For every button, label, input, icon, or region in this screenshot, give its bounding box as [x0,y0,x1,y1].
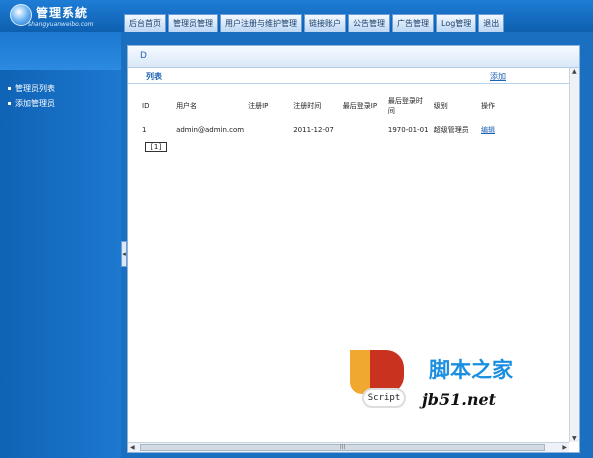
watermark-script-label: Script [362,388,406,408]
col-last-time: 最后登录时间 [387,97,423,115]
cell-reg-ip [248,120,293,140]
tab-log[interactable]: Log管理 [436,14,477,32]
tab-home[interactable]: 后台首页 [124,14,166,32]
section-header: 列表 添加 [128,70,579,84]
cell-id: 1 [142,126,147,134]
col-reg-ip: 注册IP [248,102,269,110]
admin-table: ID 用户名 注册IP 注册时间 最后登录IP 最后登录时间 级别 操作 1 a… [142,92,512,140]
vertical-scrollbar[interactable]: ▲ ▼ [569,68,579,442]
tab-link-accounts[interactable]: 链接账户 [304,14,346,32]
breadcrumb-icon: D [140,51,147,61]
col-last-ip: 最后登录IP [342,102,378,110]
cell-level: 超级管理员 [433,126,469,134]
add-link[interactable]: 添加 [490,71,506,82]
bullet-icon [8,87,11,90]
app-subtitle: shangyuanweibo.com [28,21,94,28]
cell-username: admin@admin.com [176,126,245,134]
cell-last-ip [343,120,388,140]
tab-admin-manage[interactable]: 管理员管理 [168,14,218,32]
top-nav: 后台首页 管理员管理 用户注册与维护管理 链接账户 公告管理 广告管理 Log管… [124,14,506,32]
scrollbar-thumb[interactable]: ||| [140,444,545,451]
watermark-url: jb51.net [422,390,497,409]
col-reg-time: 注册时间 [293,102,322,110]
cell-reg-time: 2011-12-07 [293,126,334,134]
sidebar-item-label: 管理员列表 [15,84,55,93]
cell-action: 编辑 [481,120,512,140]
sidebar-header [0,32,121,70]
tab-logout[interactable]: 退出 [478,14,505,32]
breadcrumb: D [128,46,579,68]
scroll-right-icon[interactable]: ▶ [562,444,567,451]
list-title: 列表 [146,72,162,81]
logo: 管理系統 shangyuanweibo.com [6,2,121,30]
table-header-row: ID 用户名 注册IP 注册时间 最后登录IP 最后登录时间 级别 操作 [142,92,512,120]
scroll-up-icon[interactable]: ▲ [572,68,577,75]
scroll-down-icon[interactable]: ▼ [572,435,577,442]
sidebar-item-label: 添加管理员 [15,99,55,108]
tab-user-manage[interactable]: 用户注册与维护管理 [220,14,302,32]
col-username: 用户名 [176,102,198,110]
horizontal-scrollbar[interactable]: ◀ ||| ▶ [128,442,569,452]
app-title: 管理系統 [36,6,89,20]
header: 管理系統 shangyuanweibo.com 后台首页 管理员管理 用户注册与… [0,0,593,32]
col-id: ID [142,102,150,110]
sidebar-item-admin-list[interactable]: 管理员列表 [8,83,55,94]
col-level: 级别 [433,102,448,110]
cell-last-time: 1970-01-01 [387,126,429,134]
bullet-icon [8,102,11,105]
table-row: 1 admin@admin.com 2011-12-07 1970-01-01 … [142,120,512,140]
sidebar: 管理员列表 添加管理员 [0,32,121,458]
pager[interactable]: [1] [145,142,167,152]
watermark-brand: 脚本之家 [429,358,513,382]
sidebar-item-add-admin[interactable]: 添加管理员 [8,98,55,109]
scroll-left-icon[interactable]: ◀ [130,444,135,451]
watermark-logo: Script [350,350,406,410]
tab-ads[interactable]: 广告管理 [392,14,434,32]
col-action: 操作 [481,102,496,110]
tab-notice[interactable]: 公告管理 [348,14,390,32]
edit-link[interactable]: 编辑 [481,126,495,134]
